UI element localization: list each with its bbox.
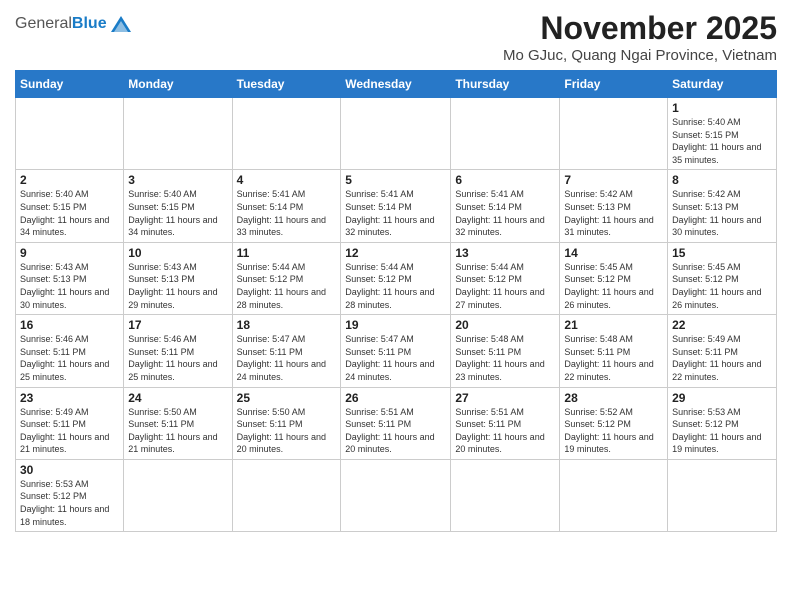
logo-general-text: General (15, 15, 72, 33)
day-12: 12 Sunrise: 5:44 AMSunset: 5:12 PMDaylig… (341, 242, 451, 314)
calendar-table: Sunday Monday Tuesday Wednesday Thursday… (15, 70, 777, 532)
header-monday: Monday (124, 71, 232, 98)
day-7: 7 Sunrise: 5:42 AMSunset: 5:13 PMDayligh… (560, 170, 668, 242)
day-5: 5 Sunrise: 5:41 AMSunset: 5:14 PMDayligh… (341, 170, 451, 242)
day-28: 28 Sunrise: 5:52 AMSunset: 5:12 PMDaylig… (560, 387, 668, 459)
calendar-row-3: 9 Sunrise: 5:43 AMSunset: 5:13 PMDayligh… (16, 242, 777, 314)
header-friday: Friday (560, 71, 668, 98)
empty-cell (341, 98, 451, 170)
day-22: 22 Sunrise: 5:49 AMSunset: 5:11 PMDaylig… (668, 315, 777, 387)
calendar-row-1: 1 Sunrise: 5:40 AMSunset: 5:15 PMDayligh… (16, 98, 777, 170)
day-18: 18 Sunrise: 5:47 AMSunset: 5:11 PMDaylig… (232, 315, 341, 387)
header-thursday: Thursday (451, 71, 560, 98)
day-23: 23 Sunrise: 5:49 AMSunset: 5:11 PMDaylig… (16, 387, 124, 459)
logo-blue-text: Blue (72, 15, 107, 33)
day-4: 4 Sunrise: 5:41 AMSunset: 5:14 PMDayligh… (232, 170, 341, 242)
day-19: 19 Sunrise: 5:47 AMSunset: 5:11 PMDaylig… (341, 315, 451, 387)
header-sunday: Sunday (16, 71, 124, 98)
day-15: 15 Sunrise: 5:45 AMSunset: 5:12 PMDaylig… (668, 242, 777, 314)
header-saturday: Saturday (668, 71, 777, 98)
header-tuesday: Tuesday (232, 71, 341, 98)
day-29: 29 Sunrise: 5:53 AMSunset: 5:12 PMDaylig… (668, 387, 777, 459)
day-14: 14 Sunrise: 5:45 AMSunset: 5:12 PMDaylig… (560, 242, 668, 314)
day-24: 24 Sunrise: 5:50 AMSunset: 5:11 PMDaylig… (124, 387, 232, 459)
day-9: 9 Sunrise: 5:43 AMSunset: 5:13 PMDayligh… (16, 242, 124, 314)
empty-cell (451, 459, 560, 531)
day-17: 17 Sunrise: 5:46 AMSunset: 5:11 PMDaylig… (124, 315, 232, 387)
empty-cell (560, 98, 668, 170)
calendar-row-2: 2 Sunrise: 5:40 AMSunset: 5:15 PMDayligh… (16, 170, 777, 242)
calendar-row-5: 23 Sunrise: 5:49 AMSunset: 5:11 PMDaylig… (16, 387, 777, 459)
empty-cell (232, 98, 341, 170)
page-header: General Blue November 2025 Mo GJuc, Quan… (15, 10, 777, 64)
day-16: 16 Sunrise: 5:46 AMSunset: 5:11 PMDaylig… (16, 315, 124, 387)
empty-cell (16, 98, 124, 170)
empty-cell (124, 98, 232, 170)
day-8: 8 Sunrise: 5:42 AMSunset: 5:13 PMDayligh… (668, 170, 777, 242)
weekday-header-row: Sunday Monday Tuesday Wednesday Thursday… (16, 71, 777, 98)
empty-cell (341, 459, 451, 531)
calendar-row-4: 16 Sunrise: 5:46 AMSunset: 5:11 PMDaylig… (16, 315, 777, 387)
day-10: 10 Sunrise: 5:43 AMSunset: 5:13 PMDaylig… (124, 242, 232, 314)
empty-cell (232, 459, 341, 531)
day-25: 25 Sunrise: 5:50 AMSunset: 5:11 PMDaylig… (232, 387, 341, 459)
logo-icon: General Blue (15, 14, 132, 34)
title-section: November 2025 Mo GJuc, Quang Ngai Provin… (503, 10, 777, 64)
day-6: 6 Sunrise: 5:41 AMSunset: 5:14 PMDayligh… (451, 170, 560, 242)
day-27: 27 Sunrise: 5:51 AMSunset: 5:11 PMDaylig… (451, 387, 560, 459)
empty-cell (560, 459, 668, 531)
logo: General Blue (15, 10, 132, 34)
day-1: 1 Sunrise: 5:40 AMSunset: 5:15 PMDayligh… (668, 98, 777, 170)
day-13: 13 Sunrise: 5:44 AMSunset: 5:12 PMDaylig… (451, 242, 560, 314)
day-3: 3 Sunrise: 5:40 AMSunset: 5:15 PMDayligh… (124, 170, 232, 242)
month-title: November 2025 (503, 10, 777, 47)
day-11: 11 Sunrise: 5:44 AMSunset: 5:12 PMDaylig… (232, 242, 341, 314)
empty-cell (451, 98, 560, 170)
day-21: 21 Sunrise: 5:48 AMSunset: 5:11 PMDaylig… (560, 315, 668, 387)
day-30: 30 Sunrise: 5:53 AMSunset: 5:12 PMDaylig… (16, 459, 124, 531)
day-20: 20 Sunrise: 5:48 AMSunset: 5:11 PMDaylig… (451, 315, 560, 387)
empty-cell (124, 459, 232, 531)
location-subtitle: Mo GJuc, Quang Ngai Province, Vietnam (503, 47, 777, 64)
empty-cell (668, 459, 777, 531)
calendar-row-6: 30 Sunrise: 5:53 AMSunset: 5:12 PMDaylig… (16, 459, 777, 531)
day-26: 26 Sunrise: 5:51 AMSunset: 5:11 PMDaylig… (341, 387, 451, 459)
logo-triangle-icon (110, 14, 132, 34)
header-wednesday: Wednesday (341, 71, 451, 98)
day-2: 2 Sunrise: 5:40 AMSunset: 5:15 PMDayligh… (16, 170, 124, 242)
